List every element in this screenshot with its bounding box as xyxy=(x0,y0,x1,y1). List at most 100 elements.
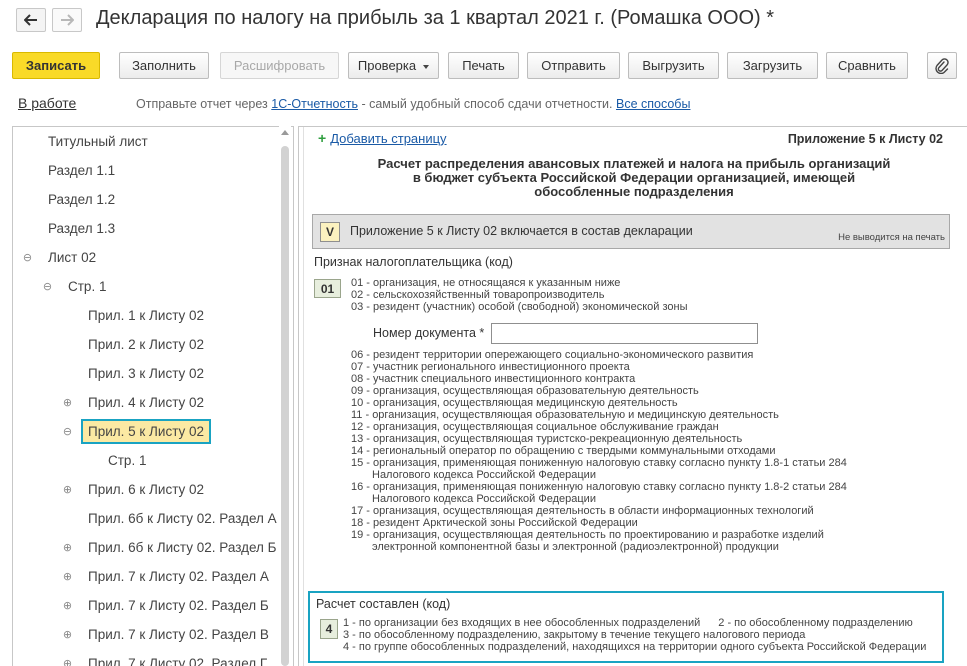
calc-option-3: 3 - по обособленному подразделению, закр… xyxy=(343,629,806,641)
forward-button[interactable] xyxy=(52,8,82,32)
calc-option-1: 1 - по организации без входящих в нее об… xyxy=(343,617,701,629)
print-button[interactable]: Печать xyxy=(448,52,519,79)
plus-circle-icon[interactable]: ⊕ xyxy=(62,629,73,641)
tree-item-label: Раздел 1.1 xyxy=(48,163,116,178)
calc-codes-list: 1 - по организации без входящих в нее об… xyxy=(343,617,926,653)
upload-button[interactable]: Выгрузить xyxy=(628,52,719,79)
check-dropdown-button[interactable]: Проверка xyxy=(348,52,439,79)
tree-item[interactable]: ⊖ Лист 02 xyxy=(13,243,283,272)
calc-option-4: 4 - по группе обособленных подразделений… xyxy=(343,641,927,653)
code-line: 14 - региональный оператор по обращению … xyxy=(351,445,776,457)
code-line: электронной компонентной базы и электрон… xyxy=(372,541,779,553)
fill-button[interactable]: Заполнить xyxy=(119,52,209,79)
tree-item-label: Прил. 7 к Листу 02. Раздел А xyxy=(88,569,269,584)
tree-item-label: Прил. 6 к Листу 02 xyxy=(88,482,205,497)
include-label: Приложение 5 к Листу 02 включается в сос… xyxy=(350,224,693,238)
tree-item[interactable]: ⊖ Стр. 1 xyxy=(13,272,283,301)
1c-reporting-link[interactable]: 1С-Отчетность xyxy=(271,97,358,111)
calc-line: 1 - по организации без входящих в нее об… xyxy=(343,617,926,629)
taxpayer-codes-list-a: 01 - организация, не относящаяся к указа… xyxy=(351,277,688,313)
plus-circle-icon[interactable]: ⊕ xyxy=(62,658,73,666)
tree-item-label: Титульный лист xyxy=(48,134,148,149)
tree-item[interactable]: Прил. 3 к Листу 02 xyxy=(13,359,283,388)
taxpayer-sign-code-field[interactable]: 01 xyxy=(314,279,341,298)
tree-item[interactable]: ⊕ Прил. 7 к Листу 02. Раздел В xyxy=(13,620,283,649)
minus-circle-icon[interactable]: ⊖ xyxy=(42,281,53,293)
tree-item-label: Прил. 3 к Листу 02 xyxy=(88,366,205,381)
arrow-right-icon xyxy=(61,14,74,26)
plus-circle-icon[interactable]: ⊕ xyxy=(62,571,73,583)
calc-caption: Расчет составлен (код) xyxy=(316,597,451,611)
taxpayer-codes-list-b: 06 - резидент территории опережающего со… xyxy=(351,349,847,553)
info-text-before: Отправьте отчет через xyxy=(136,97,272,111)
decode-button[interactable]: Расшифровать xyxy=(220,52,339,79)
tree-item[interactable]: Прил. 1 к Листу 02 xyxy=(13,301,283,330)
doc-number-input[interactable] xyxy=(491,323,758,344)
tree-item-label: Стр. 1 xyxy=(108,453,147,468)
tree-item[interactable]: ⊕ Прил. 7 к Листу 02. Раздел Г xyxy=(13,649,283,666)
attach-button[interactable] xyxy=(927,52,957,79)
tree-item-label: Прил. 7 к Листу 02. Раздел Б xyxy=(88,598,269,613)
calculation-code-section: Расчет составлен (код) 4 1 - по организа… xyxy=(308,591,944,663)
tree-item[interactable]: Раздел 1.3 xyxy=(13,214,283,243)
code-line: 13 - организация, осуществляющая туристс… xyxy=(351,433,743,445)
compare-button[interactable]: Сравнить xyxy=(826,52,908,79)
plus-circle-icon[interactable]: ⊕ xyxy=(62,397,73,409)
arrow-left-icon xyxy=(24,14,37,26)
tree-item-label: Прил. 7 к Листу 02. Раздел Г xyxy=(88,656,268,666)
load-button[interactable]: Загрузить xyxy=(727,52,818,79)
tree-item[interactable]: Стр. 1 xyxy=(13,446,283,475)
send-button[interactable]: Отправить xyxy=(527,52,620,79)
scroll-up-icon[interactable] xyxy=(281,130,289,135)
heading-line: Расчет распределения авансовых платежей … xyxy=(377,156,891,171)
tree-item[interactable]: Прил. 2 к Листу 02 xyxy=(13,330,283,359)
tree-item[interactable]: ⊕ Прил. 6 к Листу 02 xyxy=(13,475,283,504)
tree-item[interactable]: ⊕ Прил. 6б к Листу 02. Раздел Б xyxy=(13,533,283,562)
tree-item-label: Раздел 1.2 xyxy=(48,192,116,207)
plus-circle-icon[interactable]: ⊕ xyxy=(62,484,73,496)
tree-item[interactable]: Титульный лист xyxy=(13,127,283,156)
plus-circle-icon[interactable]: ⊕ xyxy=(62,542,73,554)
all-methods-link[interactable]: Все способы xyxy=(616,97,690,111)
appendix-title: Приложение 5 к Листу 02 xyxy=(787,132,943,146)
tree-item-label: Прил. 2 к Листу 02 xyxy=(88,337,205,352)
tree-item[interactable]: ⊕ Прил. 7 к Листу 02. Раздел А xyxy=(13,562,283,591)
taxpayer-sign-caption: Признак налогоплательщика (код) xyxy=(314,255,513,269)
tree-item[interactable]: Прил. 6б к Листу 02. Раздел А xyxy=(13,504,283,533)
code-line: 06 - резидент территории опережающего со… xyxy=(351,349,754,361)
tree-item-selected[interactable]: ⊖ Прил. 5 к Листу 02 xyxy=(13,417,283,446)
code-line: 03 - резидент (участник) особой (свободн… xyxy=(351,301,688,313)
tree-item[interactable]: Раздел 1.1 xyxy=(13,156,283,185)
add-page-label: Добавить страницу xyxy=(330,131,447,146)
window-title: Декларация по налогу на прибыль за 1 ква… xyxy=(96,7,775,29)
calc-code-field[interactable]: 4 xyxy=(320,619,338,639)
info-text: Отправьте отчет через 1С-Отчетность - са… xyxy=(136,97,690,111)
tree-item[interactable]: Раздел 1.2 xyxy=(13,185,283,214)
include-in-declaration-bar: V Приложение 5 к Листу 02 включается в с… xyxy=(312,214,950,249)
report-tree: Титульный лист Раздел 1.1 Раздел 1.2 Раз… xyxy=(12,126,294,666)
tree-item-label: Стр. 1 xyxy=(68,279,107,294)
save-button[interactable]: Записать xyxy=(12,52,100,79)
code-line: 16 - организация, применяющая пониженную… xyxy=(351,481,847,493)
code-line: Налогового кодекса Российской Федерации xyxy=(372,493,596,505)
form-panel: + Добавить страницу Приложение 5 к Листу … xyxy=(298,126,967,666)
form-heading: Расчет распределения авансовых платежей … xyxy=(344,157,924,199)
minus-circle-icon[interactable]: ⊖ xyxy=(22,252,33,264)
tree-item-label: Прил. 6б к Листу 02. Раздел А xyxy=(88,511,277,526)
status-link[interactable]: В работе xyxy=(18,95,76,111)
caret-down-icon xyxy=(423,64,430,69)
tree-item-label: Прил. 7 к Листу 02. Раздел В xyxy=(88,627,269,642)
code-line: 10 - организация, осуществляющая медицин… xyxy=(351,397,678,409)
tree-item[interactable]: ⊕ Прил. 4 к Листу 02 xyxy=(13,388,283,417)
minus-circle-icon[interactable]: ⊖ xyxy=(62,426,73,438)
tree-item[interactable]: ⊕ Прил. 7 к Листу 02. Раздел Б xyxy=(13,591,283,620)
plus-circle-icon[interactable]: ⊕ xyxy=(62,600,73,612)
info-text-after: - самый удобный способ сдачи отчетности. xyxy=(357,97,616,111)
scrollbar-thumb[interactable] xyxy=(281,146,289,666)
back-button[interactable] xyxy=(16,8,46,32)
code-line: 17 - организация, осуществляющая деятель… xyxy=(351,505,814,517)
tree-scrollbar[interactable] xyxy=(279,126,291,666)
include-checkbox[interactable]: V xyxy=(320,222,340,242)
add-page-link[interactable]: + Добавить страницу xyxy=(318,130,447,146)
heading-line: в бюджет субъекта Российской Федерации о… xyxy=(412,170,856,185)
